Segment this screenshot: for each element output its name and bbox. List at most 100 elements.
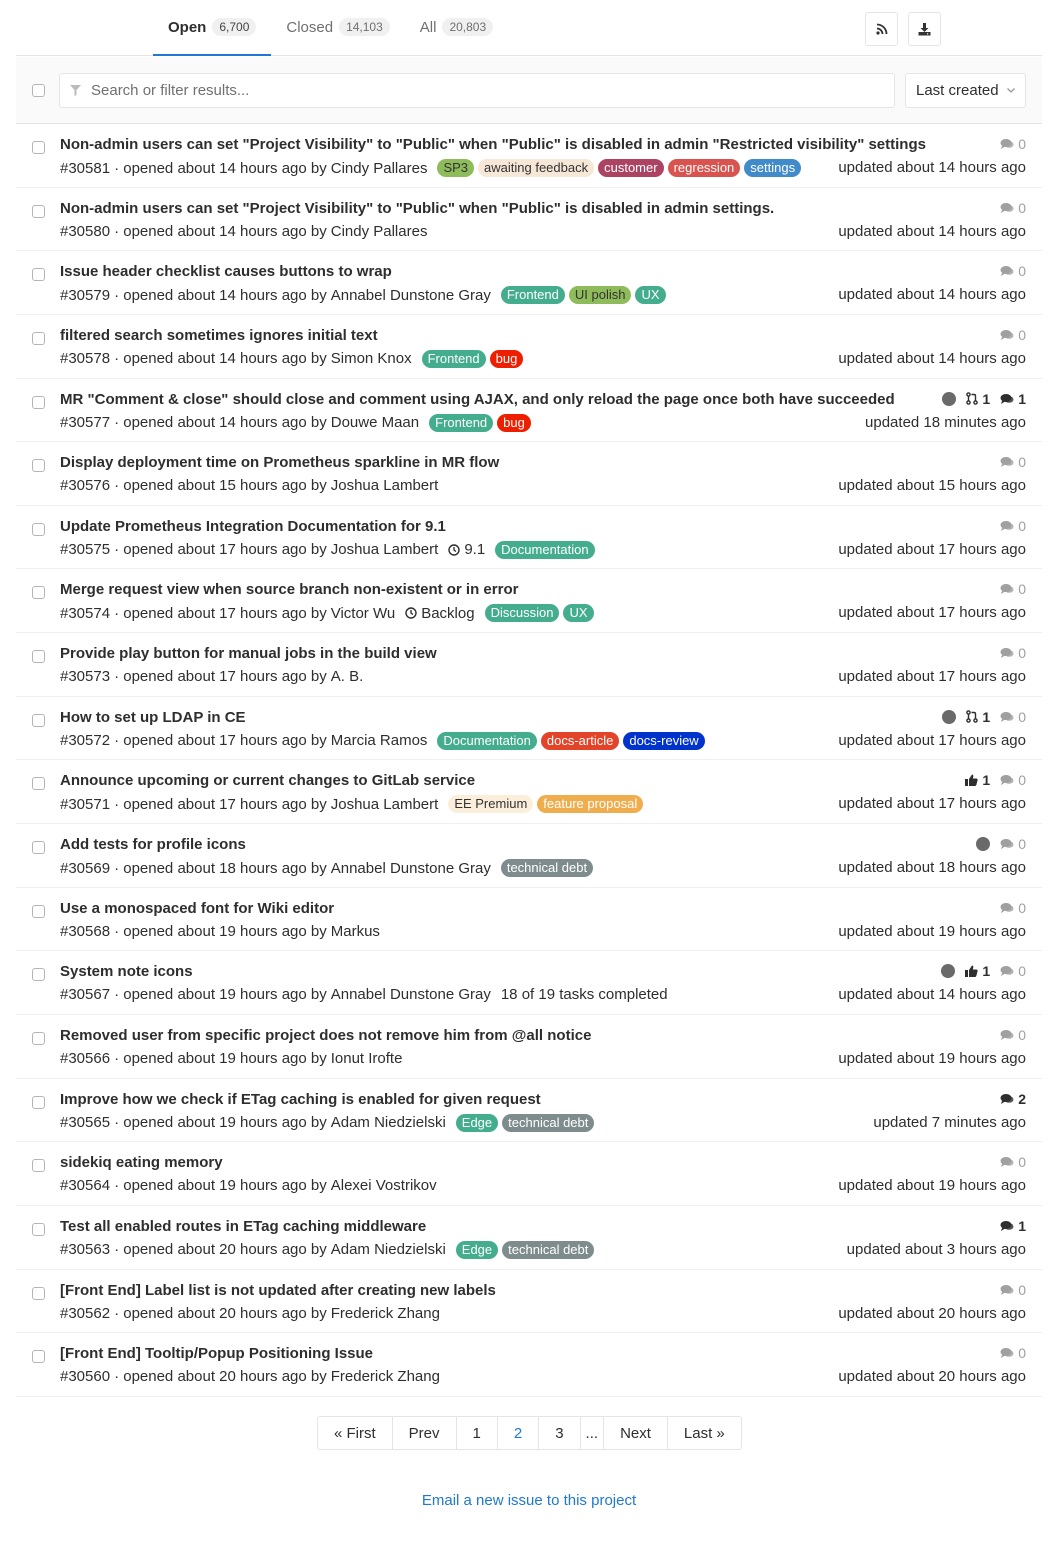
issue-author[interactable]: Markus xyxy=(331,923,380,940)
milestone[interactable]: 9.1 xyxy=(448,541,485,558)
issue-author[interactable]: Cindy Pallares xyxy=(331,223,428,240)
issue-checkbox[interactable] xyxy=(32,1095,45,1109)
issue-author[interactable]: Ionut Irofte xyxy=(331,1050,403,1067)
issue-title[interactable]: Update Prometheus Integration Documentat… xyxy=(60,518,446,535)
issue-title[interactable]: How to set up LDAP in CE xyxy=(60,709,246,726)
issue-checkbox[interactable] xyxy=(32,841,45,855)
issue-checkbox[interactable] xyxy=(32,522,45,536)
issue-title[interactable]: Non-admin users can set "Project Visibil… xyxy=(60,136,926,153)
issue-author[interactable]: Annabel Dunstone Gray xyxy=(331,287,491,304)
issue-title[interactable]: Non-admin users can set "Project Visibil… xyxy=(60,200,774,217)
issue-checkbox[interactable] xyxy=(32,904,45,918)
issue-title[interactable]: Test all enabled routes in ETag caching … xyxy=(60,1218,426,1235)
issue-title[interactable]: Improve how we check if ETag caching is … xyxy=(60,1091,541,1108)
issue-label[interactable]: feature proposal xyxy=(537,795,644,814)
issue-checkbox[interactable] xyxy=(32,395,45,409)
issue-author[interactable]: Alexei Vostrikov xyxy=(331,1177,437,1194)
issue-label[interactable]: Documentation xyxy=(495,540,595,559)
issue-title[interactable]: Merge request view when source branch no… xyxy=(60,581,518,598)
issue-checkbox[interactable] xyxy=(32,713,45,727)
issue-label[interactable]: Frontend xyxy=(500,286,565,305)
issue-label[interactable]: SP3 xyxy=(437,159,475,177)
issue-checkbox[interactable] xyxy=(32,968,45,982)
issue-title[interactable]: sidekiq eating memory xyxy=(60,1154,223,1171)
issue-label[interactable]: settings xyxy=(744,159,802,177)
issue-label[interactable]: customer xyxy=(598,159,664,177)
issue-author[interactable]: Adam Niedzielski xyxy=(331,1241,446,1258)
issue-title[interactable]: System note icons xyxy=(60,963,193,980)
issue-checkbox[interactable] xyxy=(32,586,45,600)
issue-title[interactable]: Announce upcoming or current changes to … xyxy=(60,772,475,789)
pagination-page-current[interactable]: 2 xyxy=(498,1417,540,1449)
issue-checkbox[interactable] xyxy=(32,777,45,791)
issue-author[interactable]: Annabel Dunstone Gray xyxy=(331,860,491,877)
issue-checkbox[interactable] xyxy=(32,204,45,218)
pagination-prev[interactable]: Prev xyxy=(393,1417,457,1449)
assignee-avatar[interactable] xyxy=(942,391,957,406)
issue-author[interactable]: Joshua Lambert xyxy=(331,477,439,494)
issue-title[interactable]: Add tests for profile icons xyxy=(60,836,246,853)
issue-author[interactable]: Victor Wu xyxy=(331,605,395,622)
issue-author[interactable]: A. B. xyxy=(331,668,364,685)
issue-title[interactable]: MR "Comment & close" should close and co… xyxy=(60,391,895,408)
issue-checkbox[interactable] xyxy=(32,331,45,345)
assignee-avatar[interactable] xyxy=(941,964,956,979)
issue-label[interactable]: bug xyxy=(489,349,524,368)
issue-label[interactable]: technical debt xyxy=(502,1240,595,1259)
issue-label[interactable]: UX xyxy=(635,286,666,305)
tab-open[interactable]: Open 6,700 xyxy=(153,0,272,56)
issue-checkbox[interactable] xyxy=(32,1350,45,1364)
issue-label[interactable]: regression xyxy=(667,159,741,177)
issue-title[interactable]: [Front End] Tooltip/Popup Positioning Is… xyxy=(60,1345,373,1362)
pagination-first[interactable]: « First xyxy=(318,1417,393,1449)
issue-author[interactable]: Joshua Lambert xyxy=(331,796,439,813)
pagination-page[interactable]: 3 xyxy=(539,1417,581,1449)
pagination-page[interactable]: 1 xyxy=(457,1417,498,1449)
issue-title[interactable]: Use a monospaced font for Wiki editor xyxy=(60,900,334,917)
assignee-avatar[interactable] xyxy=(976,837,991,852)
issue-label[interactable]: technical debt xyxy=(500,859,594,878)
rss-button[interactable] xyxy=(865,12,898,46)
pagination-next[interactable]: Next xyxy=(604,1417,668,1449)
sort-dropdown[interactable]: Last created xyxy=(905,73,1026,108)
issue-label[interactable]: UX xyxy=(563,604,594,623)
issue-author[interactable]: Frederick Zhang xyxy=(331,1368,440,1385)
issue-author[interactable]: Annabel Dunstone Gray xyxy=(331,986,491,1003)
issue-label[interactable]: Edge xyxy=(455,1113,499,1132)
pagination-last[interactable]: Last » xyxy=(668,1417,741,1449)
issue-checkbox[interactable] xyxy=(32,1222,45,1236)
issue-author[interactable]: Cindy Pallares xyxy=(331,160,428,177)
issue-author[interactable]: Douwe Maan xyxy=(331,414,419,431)
issue-author[interactable]: Marcia Ramos xyxy=(331,732,428,749)
email-new-issue-link[interactable]: Email a new issue to this project xyxy=(0,1492,1058,1509)
search-input[interactable]: Search or filter results... xyxy=(59,73,895,108)
issue-title[interactable]: Removed user from specific project does … xyxy=(60,1027,591,1044)
issue-label[interactable]: technical debt xyxy=(502,1113,595,1132)
issue-label[interactable]: awaiting feedback xyxy=(478,159,595,177)
issue-checkbox[interactable] xyxy=(32,141,45,154)
milestone[interactable]: Backlog xyxy=(405,605,475,622)
issue-label[interactable]: docs-article xyxy=(540,731,620,750)
issue-label[interactable]: Frontend xyxy=(421,349,486,368)
download-csv-button[interactable] xyxy=(908,12,941,46)
tab-closed[interactable]: Closed 14,103 xyxy=(271,0,404,56)
issue-title[interactable]: [Front End] Label list is not updated af… xyxy=(60,1282,496,1299)
issue-label[interactable]: Discussion xyxy=(484,604,560,623)
issue-title[interactable]: Provide play button for manual jobs in t… xyxy=(60,645,437,662)
issue-author[interactable]: Frederick Zhang xyxy=(331,1305,440,1322)
select-all-checkbox[interactable] xyxy=(32,84,45,97)
issue-label[interactable]: EE Premium xyxy=(448,795,534,814)
issue-checkbox[interactable] xyxy=(32,1031,45,1045)
issue-author[interactable]: Adam Niedzielski xyxy=(331,1114,446,1131)
issue-label[interactable]: Frontend xyxy=(429,413,494,432)
issue-checkbox[interactable] xyxy=(32,268,45,282)
issue-author[interactable]: Simon Knox xyxy=(331,350,412,367)
issue-label[interactable]: docs-review xyxy=(623,731,705,750)
issue-checkbox[interactable] xyxy=(32,650,45,664)
issue-author[interactable]: Joshua Lambert xyxy=(331,541,439,558)
issue-label[interactable]: UI polish xyxy=(568,286,632,305)
tab-all[interactable]: All 20,803 xyxy=(405,0,508,56)
issue-label[interactable]: Documentation xyxy=(437,731,537,750)
issue-checkbox[interactable] xyxy=(32,1286,45,1300)
issue-label[interactable]: bug xyxy=(497,413,531,432)
